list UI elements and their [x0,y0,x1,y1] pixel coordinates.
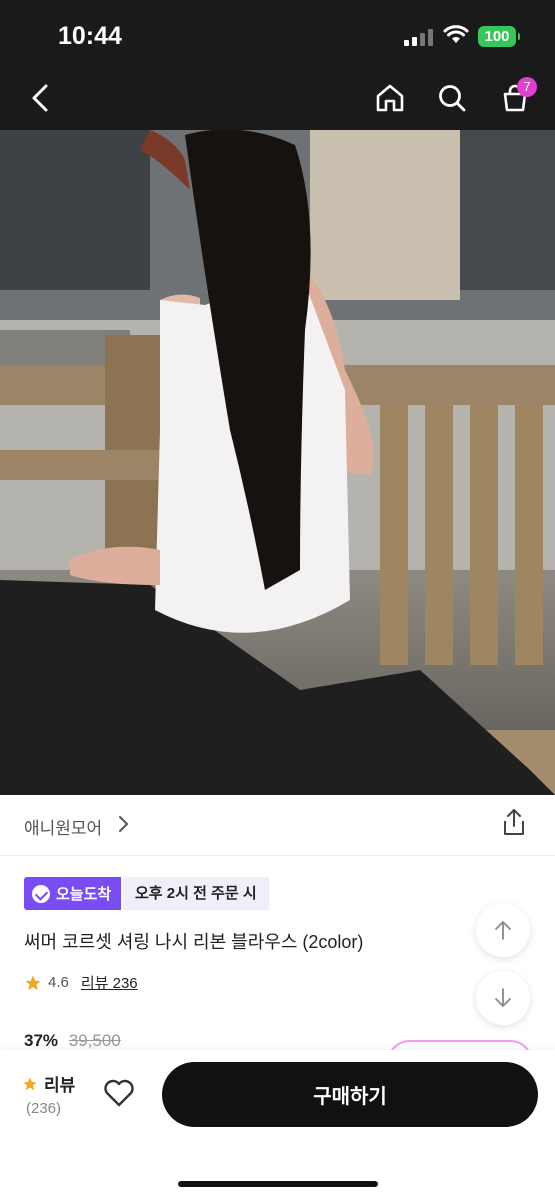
share-icon[interactable] [500,807,528,837]
back-button[interactable] [20,78,60,118]
rating-score: 4.6 [48,974,69,991]
arrow-up-icon [495,920,511,940]
product-title: 써머 코르셋 셔링 나시 리본 블라우스 (2color) [24,932,364,952]
delivery-cutoff: 오후 2시 전 주문 시 [123,877,269,910]
bottom-review-label: 리뷰 [44,1076,76,1095]
bottom-review[interactable]: 리뷰 [22,1071,75,1096]
home-indicator [178,1181,378,1187]
back-icon [32,84,48,112]
store-row[interactable]: 애니원모어 [0,795,555,856]
scroll-down-button[interactable] [476,971,530,1025]
rating-row: 4.6 리뷰 236 [24,972,138,993]
price-row: 37% 39,500 [24,1031,121,1051]
wifi-icon [443,25,469,43]
store-name[interactable]: 애니원모어 [24,814,102,839]
chevron-right-icon [119,816,129,832]
today-delivery-label: 오늘도착 [56,886,112,903]
buy-button[interactable]: 구매하기 [162,1062,538,1127]
product-photo-illustration [0,130,555,795]
discount-rate: 37% [24,1031,59,1050]
bottom-review-count: (236) [26,1100,62,1117]
search-icon [439,85,466,112]
review-link[interactable]: 리뷰 236 [81,972,138,993]
star-icon [23,1076,37,1090]
star-icon [25,975,41,990]
original-price: 39,500 [68,1031,121,1050]
top-bar: 10:44 100 7 [0,0,555,130]
product-image[interactable] [0,130,555,795]
clock-check-icon [32,884,50,903]
status-time: 10:44 [58,22,122,50]
home-icon [376,84,404,112]
signal-icon [404,28,434,46]
today-delivery-badge: 오늘도착 [24,877,122,910]
home-button[interactable] [370,78,410,118]
heart-icon[interactable] [103,1078,135,1108]
cart-count-badge: 7 [517,77,537,97]
battery-indicator: 100 [478,26,520,47]
arrow-down-icon [495,988,511,1008]
search-button[interactable] [432,78,472,118]
scroll-up-button[interactable] [476,903,530,957]
